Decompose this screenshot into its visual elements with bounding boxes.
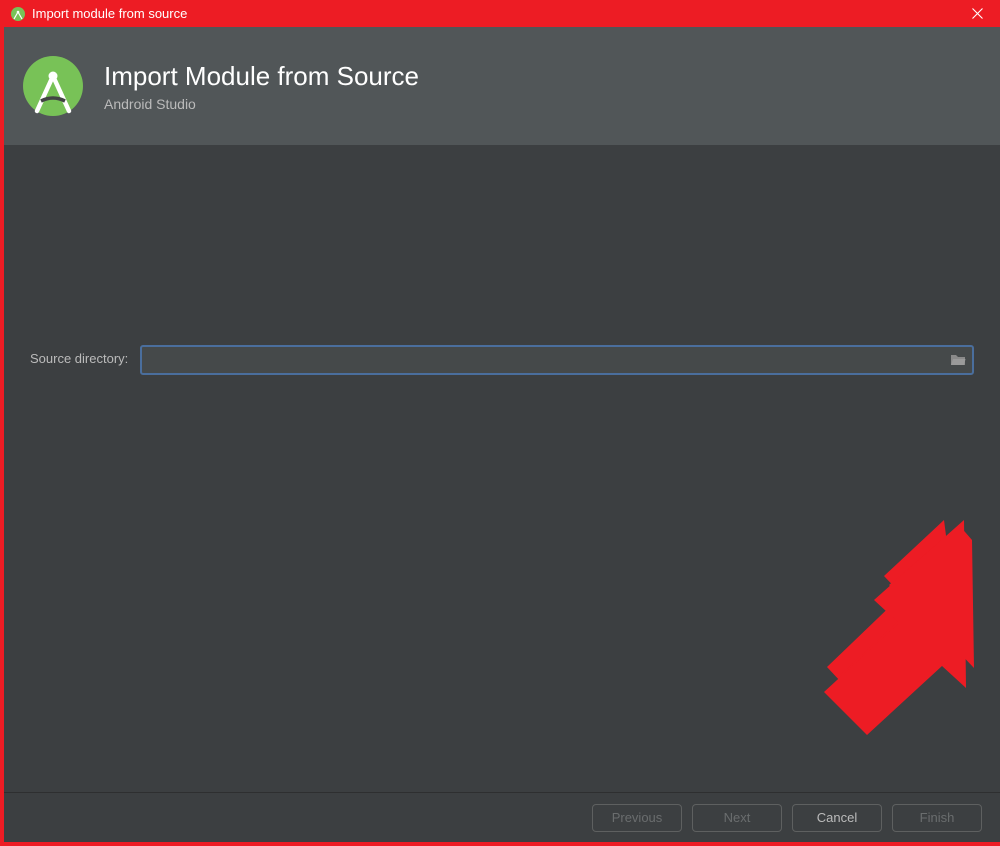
header-texts: Import Module from Source Android Studio bbox=[104, 61, 419, 112]
source-directory-field bbox=[140, 345, 974, 375]
next-button[interactable]: Next bbox=[692, 804, 782, 832]
titlebar[interactable]: Import module from source bbox=[4, 0, 1000, 27]
source-directory-input[interactable] bbox=[140, 345, 974, 375]
previous-button[interactable]: Previous bbox=[592, 804, 682, 832]
dialog-content: Source directory: bbox=[4, 145, 1000, 792]
close-icon bbox=[972, 8, 983, 19]
dialog-subtitle: Android Studio bbox=[104, 96, 419, 112]
window-frame: Import module from source Import Module … bbox=[0, 0, 1000, 846]
source-directory-label: Source directory: bbox=[30, 345, 128, 366]
android-studio-icon bbox=[10, 6, 26, 22]
annotation-arrow bbox=[764, 520, 974, 770]
dialog-footer: Previous Next Cancel Finish bbox=[4, 792, 1000, 842]
finish-button[interactable]: Finish bbox=[892, 804, 982, 832]
close-button[interactable] bbox=[955, 0, 1000, 27]
android-studio-logo bbox=[22, 55, 84, 117]
dialog-header: Import Module from Source Android Studio bbox=[4, 27, 1000, 145]
browse-folder-icon[interactable] bbox=[950, 353, 966, 367]
dialog-title: Import Module from Source bbox=[104, 61, 419, 92]
window-title: Import module from source bbox=[32, 6, 955, 21]
cancel-button[interactable]: Cancel bbox=[792, 804, 882, 832]
